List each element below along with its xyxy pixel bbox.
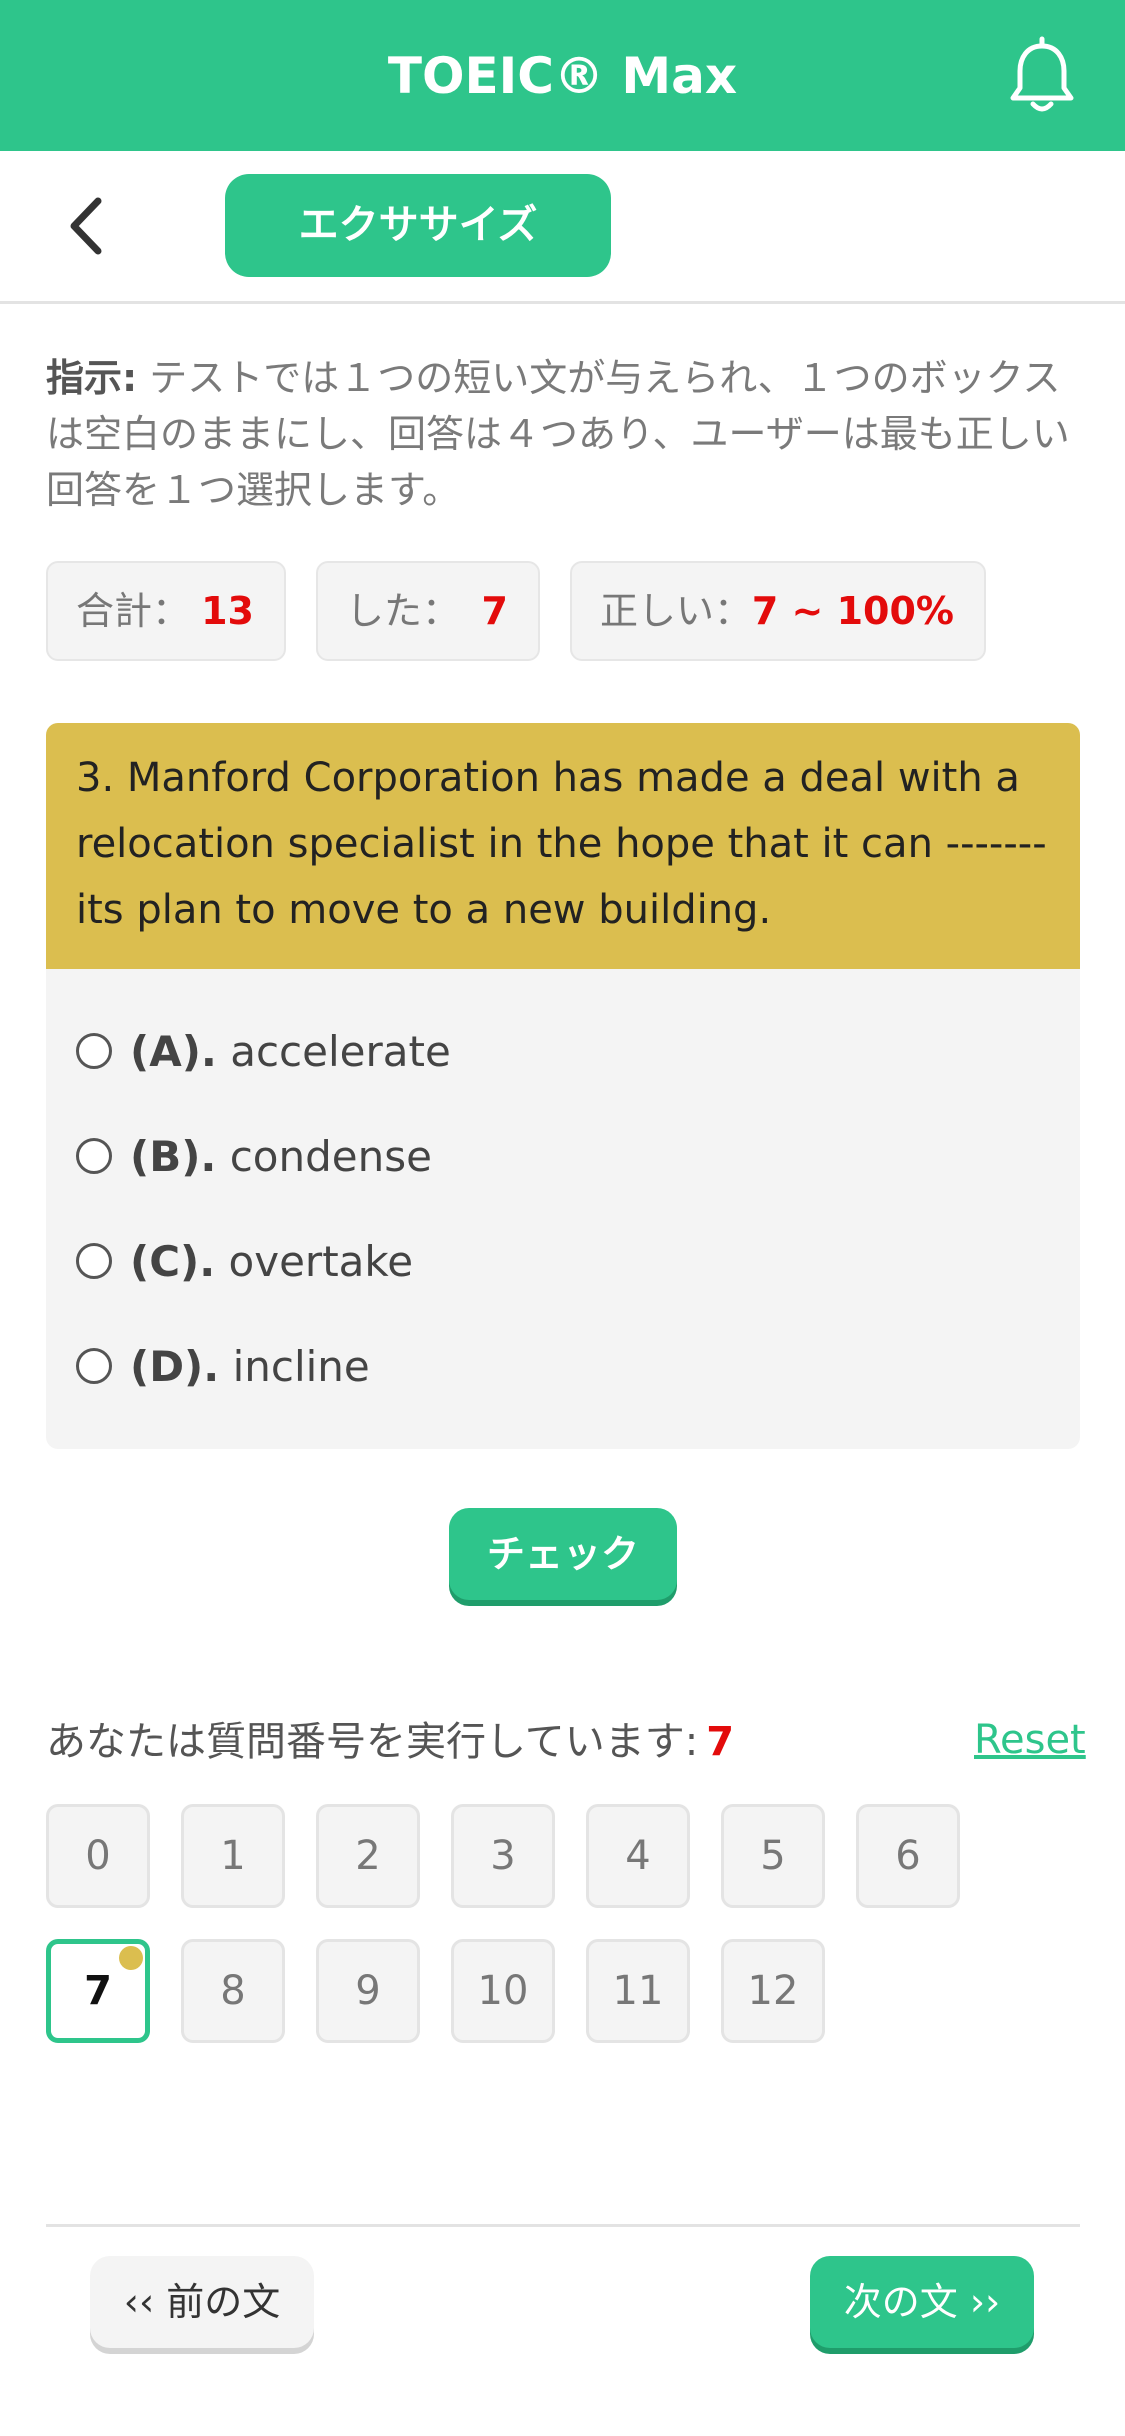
reset-link[interactable]: Reset bbox=[974, 1710, 1086, 1770]
question-number-11[interactable]: 11 bbox=[586, 1939, 690, 2043]
question-number-4[interactable]: 4 bbox=[586, 1804, 690, 1908]
stat-correct-label: 正しい： bbox=[600, 589, 753, 633]
question-number-3[interactable]: 3 bbox=[451, 1804, 555, 1908]
app-title: TOEIC® Max bbox=[387, 47, 738, 105]
app-header: TOEIC® Max bbox=[0, 0, 1125, 151]
question-number-10[interactable]: 10 bbox=[451, 1939, 555, 2043]
question-number-7[interactable]: 7 bbox=[46, 1939, 150, 2043]
option-b[interactable]: (B). condense bbox=[76, 1117, 1036, 1197]
divider bbox=[46, 2224, 1080, 2227]
radio-button[interactable] bbox=[76, 1348, 112, 1384]
stat-done: した： 7 bbox=[316, 561, 540, 661]
radio-button[interactable] bbox=[76, 1138, 112, 1174]
option-c[interactable]: (C). overtake bbox=[76, 1222, 1036, 1302]
option-text: incline bbox=[232, 1342, 370, 1391]
question-number-2[interactable]: 2 bbox=[316, 1804, 420, 1908]
instructions-text: テストでは１つの短い文が与えられ、１つのボックスは空白のままにし、回答は４つあり… bbox=[46, 356, 1070, 512]
check-button[interactable]: チェック bbox=[449, 1508, 677, 1600]
option-letter: (A). bbox=[130, 1027, 217, 1076]
question-card: 3. Manford Corporation has made a deal w… bbox=[46, 723, 1080, 1449]
option-text: condense bbox=[229, 1132, 432, 1181]
exercise-tab[interactable]: エクササイズ bbox=[225, 174, 611, 277]
progress-label: あなたは質問番号を実行しています: 7 bbox=[46, 1712, 734, 1772]
current-indicator-dot bbox=[119, 1946, 143, 1970]
radio-button[interactable] bbox=[76, 1243, 112, 1279]
stat-done-value: 7 bbox=[481, 589, 508, 633]
progress-current: 7 bbox=[706, 1719, 735, 1765]
bell-icon[interactable] bbox=[1007, 36, 1077, 116]
question-number-8[interactable]: 8 bbox=[181, 1939, 285, 2043]
previous-sentence-button[interactable]: ‹‹ 前の文 bbox=[90, 2256, 314, 2348]
stat-total: 合計： 13 bbox=[46, 561, 286, 661]
question-number-5[interactable]: 5 bbox=[721, 1804, 825, 1908]
question-number-9[interactable]: 9 bbox=[316, 1939, 420, 2043]
progress-label-text: あなたは質問番号を実行しています: bbox=[46, 1719, 699, 1765]
option-letter: (B). bbox=[130, 1132, 217, 1181]
question-number-0[interactable]: 0 bbox=[46, 1804, 150, 1908]
option-text: overtake bbox=[228, 1237, 414, 1286]
stat-correct: 正しい： 7 ~ 100% bbox=[570, 561, 986, 661]
option-letter: (C). bbox=[130, 1237, 216, 1286]
option-a[interactable]: (A). accelerate bbox=[76, 1012, 1036, 1092]
instructions-label: 指示: bbox=[46, 356, 138, 400]
instructions: 指示: テストでは１つの短い文が与えられ、１つのボックスは空白のままにし、回答は… bbox=[46, 350, 1076, 518]
next-sentence-button[interactable]: 次の文 ›› bbox=[810, 2256, 1034, 2348]
question-number-label: 7 bbox=[84, 1968, 112, 2014]
stat-done-label: した： bbox=[346, 589, 461, 633]
question-text: 3. Manford Corporation has made a deal w… bbox=[46, 723, 1080, 969]
stat-total-label: 合計： bbox=[76, 589, 191, 633]
radio-button[interactable] bbox=[76, 1033, 112, 1069]
question-number-6[interactable]: 6 bbox=[856, 1804, 960, 1908]
stat-correct-value: 7 ~ 100% bbox=[751, 589, 954, 633]
stat-total-value: 13 bbox=[201, 589, 254, 633]
option-text: accelerate bbox=[230, 1027, 451, 1076]
option-d[interactable]: (D). incline bbox=[76, 1327, 1036, 1407]
sub-toolbar: エクササイズ bbox=[0, 151, 1125, 304]
question-number-12[interactable]: 12 bbox=[721, 1939, 825, 2043]
chevron-left-icon[interactable] bbox=[50, 191, 130, 261]
option-letter: (D). bbox=[130, 1342, 220, 1391]
question-number-1[interactable]: 1 bbox=[181, 1804, 285, 1908]
